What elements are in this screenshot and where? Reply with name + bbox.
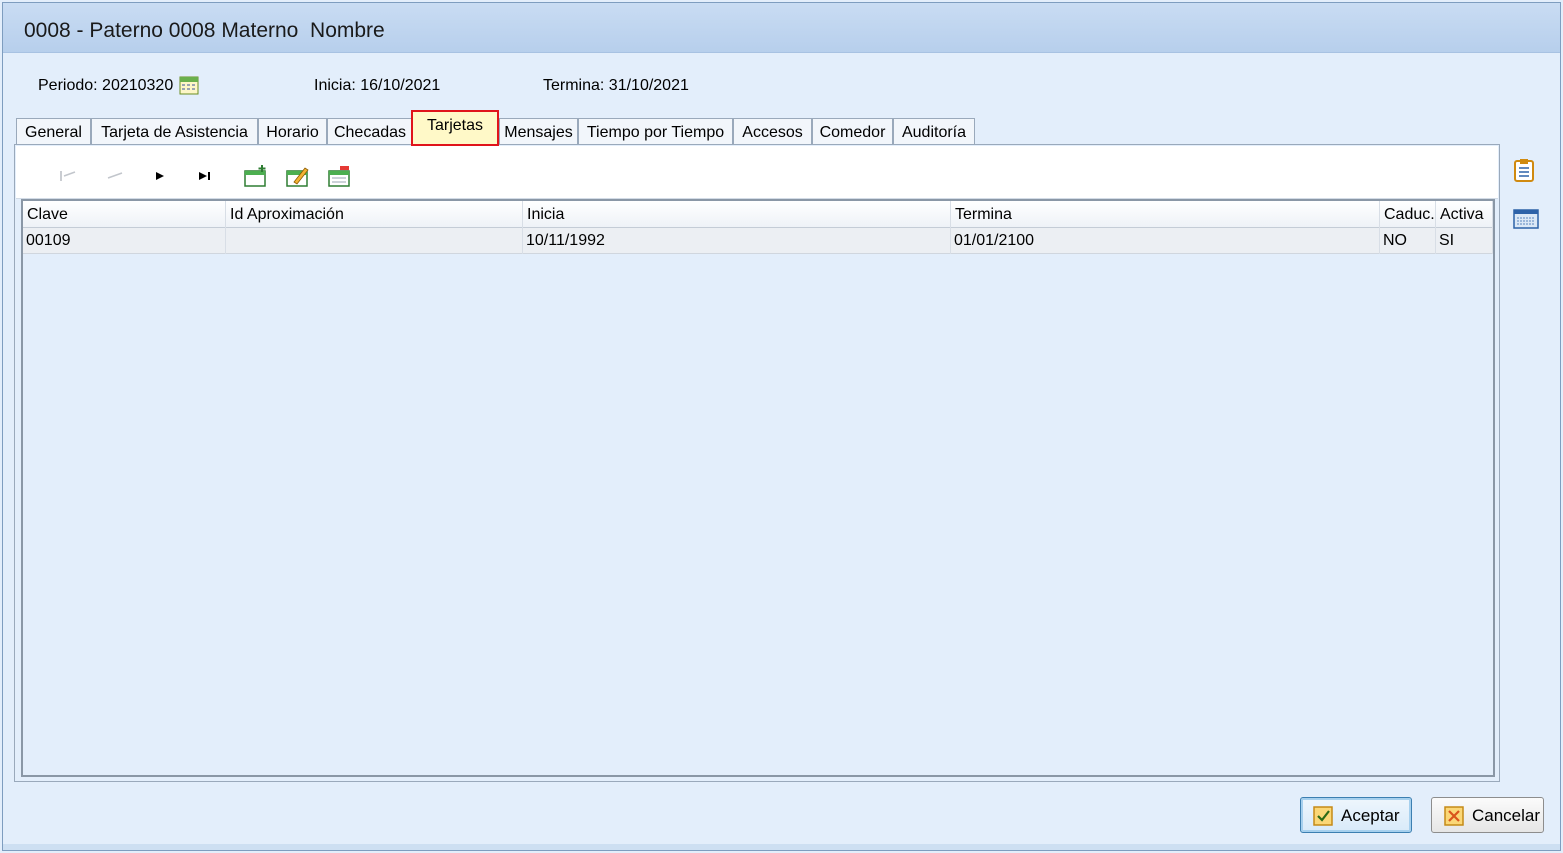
column-header-id-aproximacion[interactable]: Id Aproximación	[226, 201, 523, 228]
calendar-icon[interactable]	[179, 75, 199, 95]
employee-window: 0008 - Paterno 0008 Materno Nombre Perio…	[2, 2, 1561, 851]
inicia-label: Inicia: 16/10/2021	[314, 77, 441, 94]
column-header-caduca[interactable]: Caduc.	[1380, 201, 1436, 228]
accept-label: Aceptar	[1341, 806, 1400, 825]
tab-tarjetas[interactable]: Tarjetas	[411, 110, 499, 146]
add-record-icon[interactable]	[243, 164, 269, 188]
cell-activa: SI	[1436, 228, 1493, 254]
window-bottom-edge	[3, 844, 1560, 850]
tab-horario[interactable]: Horario	[258, 118, 327, 146]
tab-comedor[interactable]: Comedor	[812, 118, 893, 146]
accept-icon	[1313, 806, 1333, 826]
cell-clave: 00109	[23, 228, 226, 254]
tarjetas-panel: Clave Id Aproximación Inicia Termina Cad…	[14, 144, 1500, 782]
cell-caduca: NO	[1380, 228, 1436, 254]
edit-record-icon[interactable]	[285, 164, 311, 188]
cancel-label: Cancelar	[1472, 806, 1541, 825]
tab-general[interactable]: General	[16, 118, 91, 146]
cancel-icon	[1444, 806, 1464, 826]
cell-termina: 01/01/2100	[951, 228, 1380, 254]
column-header-termina[interactable]: Termina	[951, 201, 1380, 228]
first-record-icon[interactable]	[56, 164, 82, 188]
termina-label: Termina: 31/10/2021	[543, 77, 689, 94]
previous-record-icon[interactable]	[102, 164, 128, 188]
next-record-icon[interactable]	[147, 164, 173, 188]
column-header-activa[interactable]: Activa	[1436, 201, 1493, 228]
accept-button[interactable]: Aceptar	[1300, 797, 1412, 833]
last-record-icon[interactable]	[192, 164, 218, 188]
keyboard-icon[interactable]	[1513, 206, 1539, 232]
tab-mensajes[interactable]: Mensajes	[499, 118, 578, 146]
cancel-button[interactable]: Cancelar	[1431, 797, 1544, 833]
tab-tarjeta-de-asistencia[interactable]: Tarjeta de Asistencia	[91, 118, 258, 146]
tab-checadas[interactable]: Checadas	[327, 118, 413, 146]
delete-record-icon[interactable]	[327, 164, 353, 188]
tab-auditoria[interactable]: Auditoría	[893, 118, 975, 146]
grid-header: Clave Id Aproximación Inicia Termina Cad…	[23, 201, 1493, 228]
column-header-inicia[interactable]: Inicia	[523, 201, 951, 228]
tab-tiempo-por-tiempo[interactable]: Tiempo por Tiempo	[578, 118, 733, 146]
clipboard-icon[interactable]	[1511, 157, 1537, 183]
cell-id-aproximacion	[226, 228, 523, 254]
window-title: 0008 - Paterno 0008 Materno Nombre	[24, 19, 385, 42]
column-header-clave[interactable]: Clave	[23, 201, 226, 228]
navigation-toolbar	[16, 146, 1498, 199]
table-row[interactable]: 00109 10/11/1992 01/01/2100 NO SI	[23, 228, 1493, 254]
tarjetas-grid[interactable]: Clave Id Aproximación Inicia Termina Cad…	[21, 199, 1495, 777]
cell-inicia: 10/11/1992	[523, 228, 951, 254]
tab-accesos[interactable]: Accesos	[733, 118, 812, 146]
periodo-label: Periodo: 20210320	[38, 77, 174, 94]
title-bar: 0008 - Paterno 0008 Materno Nombre	[3, 3, 1560, 53]
